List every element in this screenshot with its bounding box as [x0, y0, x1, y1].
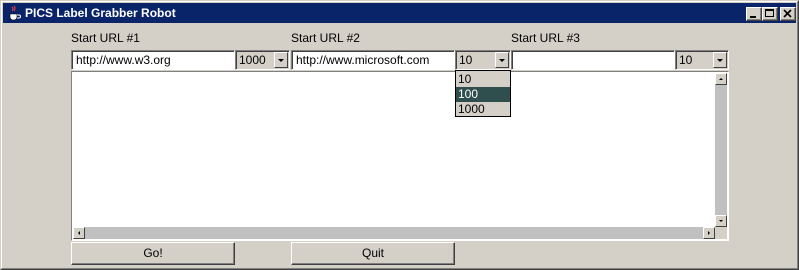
- depth-1-select[interactable]: 1000: [235, 50, 290, 70]
- depth-2-select[interactable]: 10: [455, 50, 511, 70]
- depth-2-value: 10: [459, 53, 473, 67]
- scrollbar-corner: [715, 227, 727, 239]
- app-window: PICS Label Grabber Robot Start URL #1 St…: [0, 0, 799, 270]
- quit-button[interactable]: Quit: [291, 242, 455, 265]
- scroll-left-button[interactable]: [73, 227, 85, 239]
- go-button[interactable]: Go!: [71, 242, 235, 265]
- close-button[interactable]: [780, 7, 796, 21]
- scroll-right-button[interactable]: [703, 227, 715, 239]
- depth-3-select[interactable]: 10: [675, 50, 729, 70]
- depth-2-dropdown-list[interactable]: 10 100 1000: [455, 70, 511, 117]
- close-icon: [783, 9, 792, 18]
- java-cup-icon: [6, 5, 22, 21]
- scroll-down-button[interactable]: [715, 215, 727, 227]
- window-title: PICS Label Grabber Robot: [25, 6, 176, 20]
- start-url-1-label: Start URL #1: [71, 31, 140, 45]
- horizontal-scrollbar[interactable]: [73, 227, 715, 239]
- dropdown-option-10[interactable]: 10: [456, 72, 510, 87]
- chevron-down-icon: [717, 59, 723, 62]
- chevron-down-icon: [499, 59, 505, 62]
- start-url-2-label: Start URL #2: [291, 31, 360, 45]
- arrow-up-icon: [719, 78, 723, 80]
- start-url-3-input[interactable]: [511, 50, 675, 70]
- output-textarea[interactable]: [71, 71, 729, 241]
- dropdown-option-100[interactable]: 100: [456, 87, 510, 102]
- depth-2-dropdown-button[interactable]: [495, 52, 509, 68]
- maximize-icon: [765, 9, 774, 17]
- arrow-right-icon: [708, 231, 710, 235]
- maximize-button[interactable]: [762, 7, 778, 21]
- depth-1-value: 1000: [239, 53, 266, 67]
- start-url-2-input[interactable]: http://www.microsoft.com: [291, 50, 455, 70]
- dropdown-option-1000[interactable]: 1000: [456, 102, 510, 117]
- minimize-icon: [750, 16, 756, 18]
- depth-1-dropdown-button[interactable]: [274, 52, 288, 68]
- arrow-left-icon: [78, 231, 80, 235]
- scroll-up-button[interactable]: [715, 73, 727, 85]
- minimize-button[interactable]: [746, 7, 762, 21]
- depth-3-dropdown-button[interactable]: [713, 52, 727, 68]
- chevron-down-icon: [278, 59, 284, 62]
- depth-3-value: 10: [679, 53, 693, 67]
- arrow-down-icon: [719, 220, 723, 222]
- start-url-1-input[interactable]: http://www.w3.org: [71, 50, 235, 70]
- start-url-3-label: Start URL #3: [511, 31, 580, 45]
- title-bar[interactable]: PICS Label Grabber Robot: [3, 3, 796, 23]
- vertical-scrollbar[interactable]: [715, 73, 727, 227]
